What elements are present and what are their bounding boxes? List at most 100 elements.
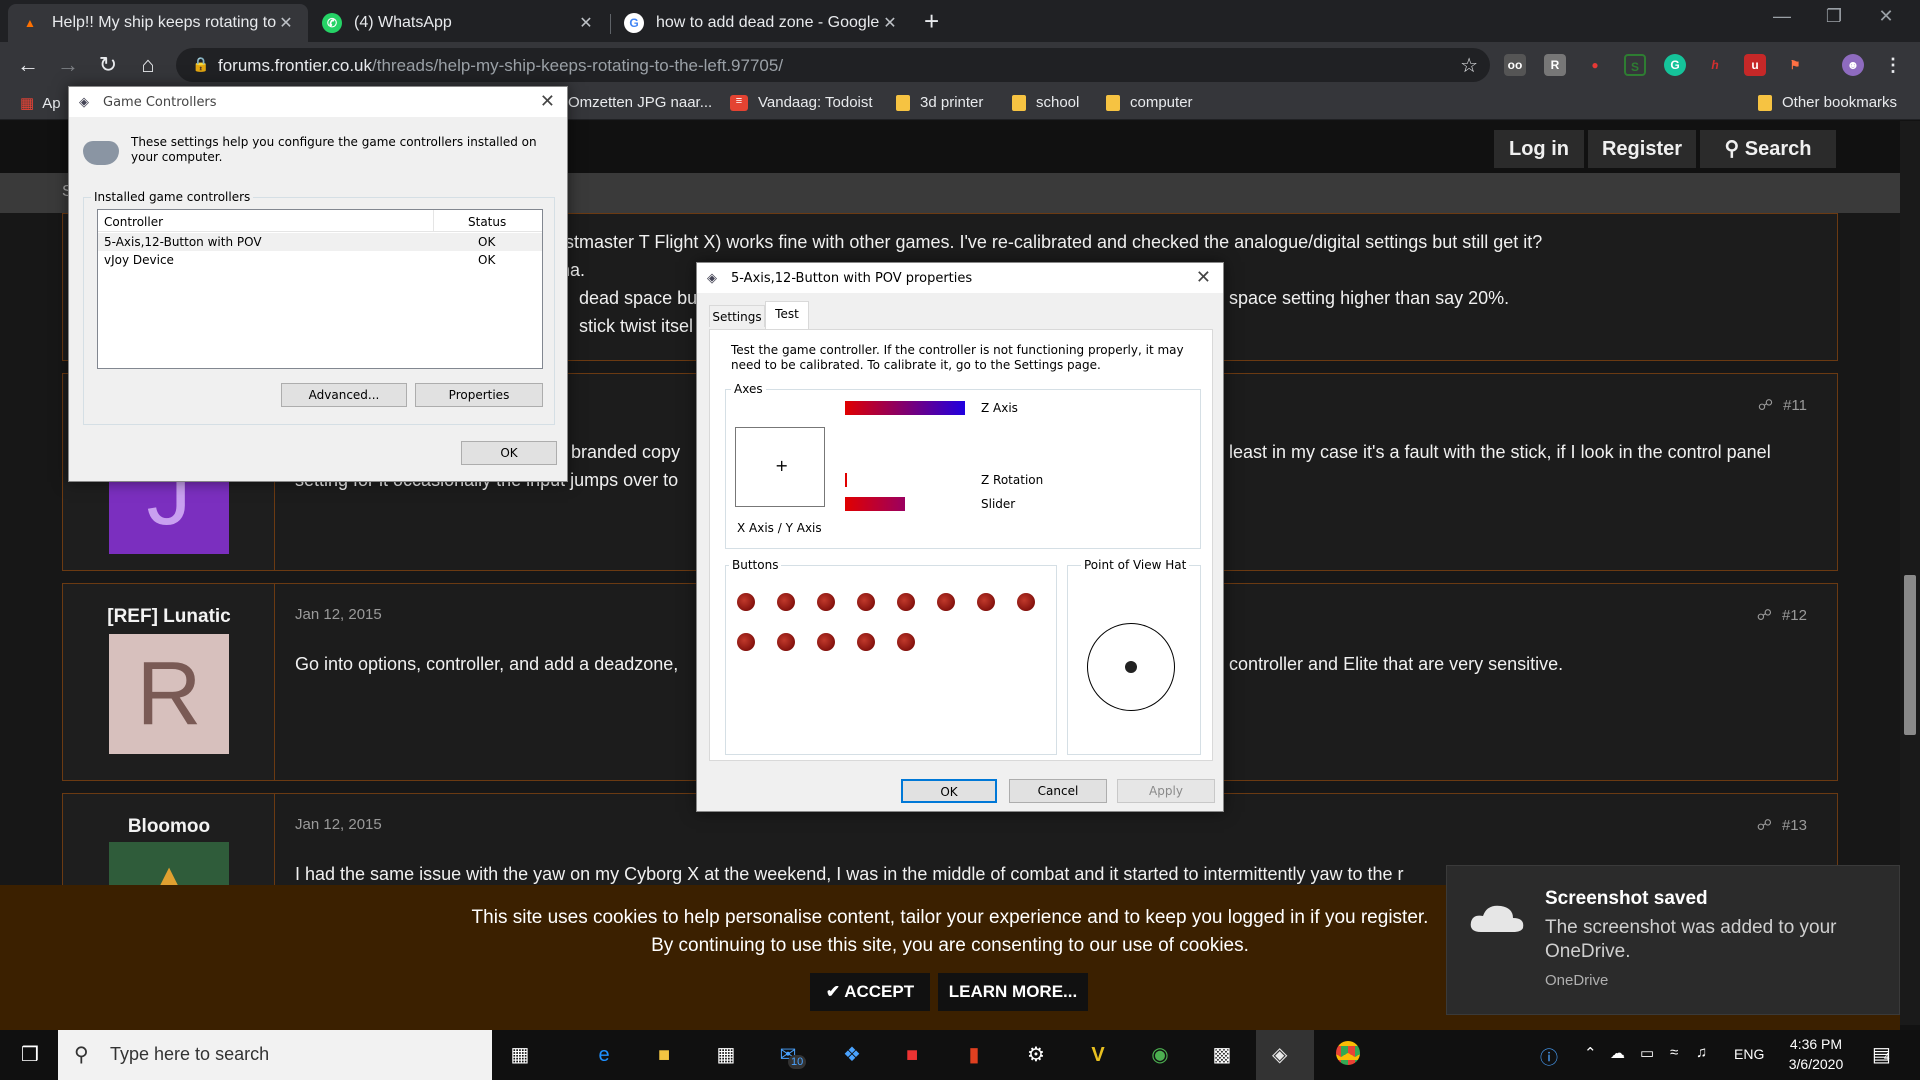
- scrollbar-thumb[interactable]: [1904, 575, 1916, 735]
- dialog-title: Game Controllers: [103, 95, 217, 110]
- mail-icon[interactable]: ✉ 10: [774, 1041, 807, 1069]
- controllers-list[interactable]: Controller Status 5-Axis,12-Button with …: [97, 209, 543, 369]
- extension-icon[interactable]: S: [1624, 54, 1646, 76]
- tab-frontier-forum[interactable]: ▲ Help!! My ship keeps rotating to ✕: [8, 4, 308, 42]
- tab-test[interactable]: Test: [765, 301, 809, 329]
- new-tab-icon[interactable]: +: [924, 6, 939, 37]
- restore-icon[interactable]: ❐: [1814, 6, 1854, 27]
- button-indicator: [737, 593, 755, 611]
- post-username[interactable]: Bloomoo: [63, 816, 275, 838]
- file-explorer-icon[interactable]: ■: [650, 1041, 678, 1069]
- onedrive-icon[interactable]: ☁: [1610, 1044, 1625, 1062]
- extension-icon[interactable]: ●: [1584, 54, 1606, 76]
- tab-whatsapp[interactable]: ✆ (4) WhatsApp ✕: [310, 4, 608, 42]
- address-bar[interactable]: 🔒 forums.frontier.co.uk/threads/help-my-…: [176, 48, 1490, 82]
- menu-icon[interactable]: ⋮: [1882, 54, 1904, 76]
- extension-icon[interactable]: R: [1544, 54, 1566, 76]
- bookmark-folder[interactable]: school: [1012, 94, 1079, 111]
- globe-icon[interactable]: ◉: [1146, 1041, 1174, 1069]
- search-button[interactable]: ⚲ Search: [1700, 130, 1836, 168]
- page-scrollbar[interactable]: [1900, 121, 1920, 1025]
- apply-button[interactable]: Apply: [1117, 779, 1215, 803]
- list-item[interactable]: vJoy Device OK: [98, 251, 542, 269]
- register-button[interactable]: Register: [1588, 130, 1696, 168]
- post-text: least in my case it's a fault with the s…: [1229, 442, 1771, 462]
- dropbox-icon[interactable]: ❖: [838, 1041, 866, 1069]
- share-icon[interactable]: ☍: [1758, 397, 1773, 414]
- bookmark-todoist[interactable]: ≡ Vandaag: Todoist: [730, 94, 873, 111]
- button-indicator: [857, 593, 875, 611]
- tab-google-search[interactable]: G how to add dead zone - Google ✕: [612, 4, 912, 42]
- app-icon[interactable]: ■: [898, 1041, 926, 1069]
- toast-body: The screenshot was added to your OneDriv…: [1545, 917, 1837, 962]
- post-number[interactable]: ☍ #13: [1757, 816, 1807, 834]
- action-center-icon[interactable]: ▤ 4: [1872, 1042, 1891, 1067]
- grammarly-icon[interactable]: G: [1664, 54, 1686, 76]
- accept-cookies-button[interactable]: ✔ ACCEPT: [810, 973, 930, 1011]
- office-icon[interactable]: ▮: [960, 1041, 988, 1069]
- task-view-icon[interactable]: ▦: [506, 1041, 534, 1069]
- back-icon[interactable]: ←: [14, 51, 42, 79]
- ok-button[interactable]: OK: [901, 779, 997, 803]
- learn-more-button[interactable]: LEARN MORE...: [938, 973, 1088, 1011]
- close-tab-icon[interactable]: ✕: [276, 13, 296, 33]
- show-hidden-icons[interactable]: ⌃: [1584, 1044, 1597, 1062]
- folder-icon: [1012, 94, 1026, 111]
- dialog-titlebar: ◈ Game Controllers ✕: [69, 87, 567, 117]
- taskbar-active-app[interactable]: ◈: [1256, 1030, 1314, 1080]
- wifi-icon[interactable]: ≈: [1670, 1044, 1678, 1061]
- store-icon[interactable]: ▦: [712, 1041, 740, 1069]
- language-indicator[interactable]: ENG: [1734, 1046, 1764, 1062]
- notification-toast[interactable]: Screenshot saved The screenshot was adde…: [1446, 865, 1900, 1015]
- forward-icon[interactable]: →: [54, 51, 82, 79]
- post-date[interactable]: Jan 12, 2015: [295, 606, 382, 623]
- extension-icon[interactable]: h: [1704, 54, 1726, 76]
- login-button[interactable]: Log in: [1494, 130, 1584, 168]
- avatar[interactable]: R: [109, 634, 229, 754]
- column-header-status[interactable]: Status: [468, 215, 506, 229]
- ublock-icon[interactable]: u: [1744, 54, 1766, 76]
- close-tab-icon[interactable]: ✕: [576, 13, 596, 33]
- clock[interactable]: 4:36 PM 3/6/2020: [1776, 1036, 1856, 1072]
- column-header-controller[interactable]: Controller: [104, 215, 163, 229]
- profile-avatar[interactable]: ☻: [1842, 54, 1864, 76]
- post-number[interactable]: ☍ #12: [1757, 606, 1807, 624]
- bookmark-star-icon[interactable]: ☆: [1460, 53, 1478, 78]
- cancel-button[interactable]: Cancel: [1009, 779, 1107, 803]
- list-item[interactable]: 5-Axis,12-Button with POV OK: [98, 233, 542, 251]
- control-panel-icon[interactable]: ▩: [1208, 1041, 1236, 1069]
- share-icon[interactable]: ☍: [1757, 817, 1772, 834]
- help-icon[interactable]: ⓘ: [1540, 1044, 1558, 1070]
- extension-icon[interactable]: oo: [1504, 54, 1526, 76]
- other-bookmarks[interactable]: Other bookmarks: [1758, 94, 1897, 111]
- edge-icon[interactable]: e: [590, 1041, 618, 1069]
- post-username[interactable]: [REF] Lunatic: [63, 606, 275, 628]
- ok-button[interactable]: OK: [461, 441, 557, 465]
- advanced-button[interactable]: Advanced...: [281, 383, 407, 407]
- post-date[interactable]: Jan 12, 2015: [295, 816, 382, 833]
- minimize-icon[interactable]: —: [1762, 6, 1802, 27]
- battery-icon[interactable]: ▭: [1640, 1044, 1654, 1062]
- close-icon[interactable]: ✕: [540, 91, 555, 112]
- chrome-icon[interactable]: [1334, 1041, 1362, 1069]
- bookmark-jpg[interactable]: Omzetten JPG naar...: [568, 94, 712, 111]
- close-tab-icon[interactable]: ✕: [880, 13, 900, 33]
- post-text: space setting higher than say 20%.: [1229, 288, 1510, 308]
- extension-icon[interactable]: ⚑: [1784, 54, 1806, 76]
- tab-settings[interactable]: Settings: [709, 305, 765, 327]
- home-icon[interactable]: ⌂: [134, 51, 162, 79]
- share-icon[interactable]: ☍: [1757, 607, 1772, 624]
- window-close-icon[interactable]: ✕: [1866, 6, 1906, 27]
- taskbar-search-box[interactable]: ⚲ Type here to search: [58, 1030, 492, 1080]
- post-number[interactable]: ☍ #11: [1758, 396, 1807, 414]
- volume-icon[interactable]: ♫: [1696, 1044, 1707, 1061]
- windows-start-icon[interactable]: ❒: [16, 1041, 44, 1069]
- steam-icon[interactable]: ⚙: [1022, 1041, 1050, 1069]
- bookmark-folder[interactable]: computer: [1106, 94, 1193, 111]
- bookmark-folder[interactable]: 3d printer: [896, 94, 983, 111]
- reload-icon[interactable]: ↻: [94, 51, 122, 79]
- properties-button[interactable]: Properties: [415, 383, 543, 407]
- close-icon[interactable]: ✕: [1196, 267, 1211, 288]
- app-v-icon[interactable]: V: [1084, 1041, 1112, 1069]
- apps-bookmark[interactable]: ▦ Ap: [20, 94, 61, 113]
